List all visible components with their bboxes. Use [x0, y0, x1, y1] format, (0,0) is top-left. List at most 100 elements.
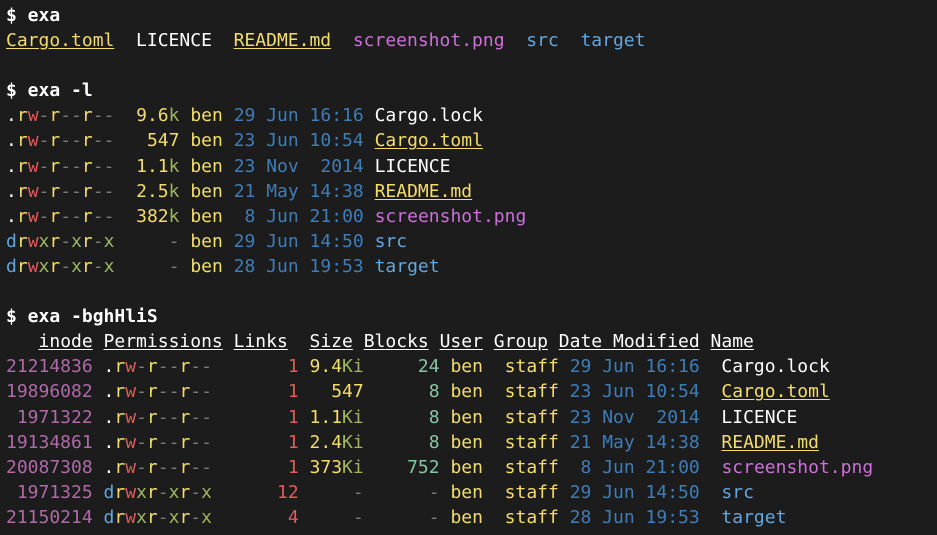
- text-segment: [700, 482, 722, 503]
- text-segment: [114, 105, 136, 126]
- text-segment: ben: [450, 456, 483, 478]
- text-segment: [93, 507, 104, 528]
- text-segment: ben: [450, 356, 483, 378]
- text-segment: w: [27, 205, 39, 227]
- text-segment: [212, 407, 288, 428]
- text-segment: --: [190, 406, 212, 428]
- text-segment: [299, 407, 310, 428]
- text-segment: r: [179, 406, 191, 428]
- text-segment: staff: [504, 506, 559, 528]
- text-segment: x: [71, 255, 82, 277]
- text-segment: x: [136, 481, 147, 503]
- text-segment: [364, 256, 375, 277]
- text-segment: [364, 206, 375, 227]
- text-segment: [223, 256, 234, 277]
- text-segment: staff: [504, 456, 559, 478]
- text-segment: [179, 206, 190, 227]
- text-segment: 21150214: [6, 506, 93, 528]
- text-segment: r: [16, 255, 28, 277]
- text-segment: 382: [136, 205, 169, 227]
- text-segment: x: [71, 230, 82, 252]
- text-segment: r: [16, 105, 28, 127]
- text-segment: 1.1: [136, 155, 169, 177]
- text-segment: 23 Nov 2014: [233, 155, 364, 177]
- text-segment: 8: [428, 406, 440, 428]
- text-segment: [559, 407, 570, 428]
- text-segment: [483, 507, 505, 528]
- text-segment: LICENCE: [114, 30, 234, 52]
- terminal-line: drwxr-xr-x - ben 28 Jun 19:53 target: [6, 254, 937, 279]
- text-segment: screenshot.png: [374, 205, 527, 227]
- text-segment: 12: [277, 481, 299, 503]
- text-segment: --: [60, 180, 82, 202]
- text-segment: [299, 507, 353, 528]
- text-segment: [179, 256, 190, 277]
- text-segment: [700, 331, 711, 352]
- text-segment: [299, 482, 353, 503]
- text-segment: LICENCE: [721, 406, 798, 428]
- text-segment: [331, 30, 353, 51]
- text-segment: r: [114, 456, 126, 478]
- text-segment: r: [49, 230, 61, 252]
- text-segment: r: [16, 155, 28, 177]
- text-segment: 1: [287, 456, 299, 478]
- text-segment: --: [92, 130, 115, 152]
- terminal-line: 19134861 .rw-r--r-- 1 2.4Ki 8 ben staff …: [6, 430, 937, 455]
- text-segment: [364, 231, 375, 252]
- text-segment: README.md: [233, 30, 332, 52]
- text-segment: 1: [287, 431, 299, 453]
- text-segment: [440, 432, 451, 453]
- text-segment: w: [27, 155, 39, 177]
- text-segment: --: [157, 406, 180, 428]
- text-segment: r: [179, 356, 191, 378]
- text-segment: 1971322: [6, 406, 93, 428]
- text-segment: 23 Nov 2014: [569, 406, 700, 428]
- text-segment: [364, 356, 418, 377]
- text-segment: [559, 482, 570, 503]
- text-segment: Group: [493, 331, 548, 353]
- text-segment: d: [103, 481, 115, 503]
- text-segment: x: [38, 230, 50, 252]
- text-segment: d: [103, 506, 115, 528]
- terminal-line: .rw-r--r-- 1.1k ben 23 Nov 2014 LICENCE: [6, 154, 937, 179]
- text-segment: w: [125, 506, 137, 528]
- text-segment: d: [6, 255, 17, 277]
- text-segment: r: [49, 105, 61, 127]
- text-segment: src: [526, 30, 559, 52]
- text-segment: [212, 507, 288, 528]
- text-segment: Cargo.toml: [721, 381, 830, 403]
- text-segment: r: [16, 130, 28, 152]
- text-segment: [700, 407, 722, 428]
- text-segment: [179, 105, 190, 126]
- text-segment: [223, 206, 245, 227]
- text-segment: [483, 381, 505, 402]
- text-segment: w: [27, 255, 39, 277]
- text-segment: [212, 356, 288, 377]
- text-segment: [93, 432, 104, 453]
- text-segment: 21 May 14:38: [233, 180, 364, 202]
- text-segment: w: [125, 431, 137, 453]
- text-segment: 9.6: [136, 105, 169, 127]
- text-segment: -: [157, 506, 169, 528]
- text-segment: [114, 181, 136, 202]
- text-segment: 28 Jun 19:53: [233, 255, 364, 277]
- text-segment: [223, 156, 234, 177]
- text-segment: [223, 130, 234, 151]
- text-segment: [93, 356, 104, 377]
- text-segment: target: [721, 506, 787, 528]
- text-segment: w: [125, 481, 137, 503]
- text-segment: 29 Jun 14:50: [233, 230, 364, 252]
- text-segment: [288, 331, 310, 352]
- text-segment: r: [146, 406, 158, 428]
- text-segment: r: [146, 456, 158, 478]
- text-segment: 1.1: [309, 406, 343, 428]
- text-segment: .: [103, 356, 115, 378]
- text-segment: x: [136, 506, 147, 528]
- terminal-line: .rw-r--r-- 382k ben 8 Jun 21:00 screensh…: [6, 204, 937, 229]
- text-segment: r: [114, 506, 126, 528]
- text-segment: x: [168, 481, 180, 503]
- text-segment: r: [81, 155, 93, 177]
- text-segment: w: [27, 130, 39, 152]
- text-segment: x: [103, 230, 115, 252]
